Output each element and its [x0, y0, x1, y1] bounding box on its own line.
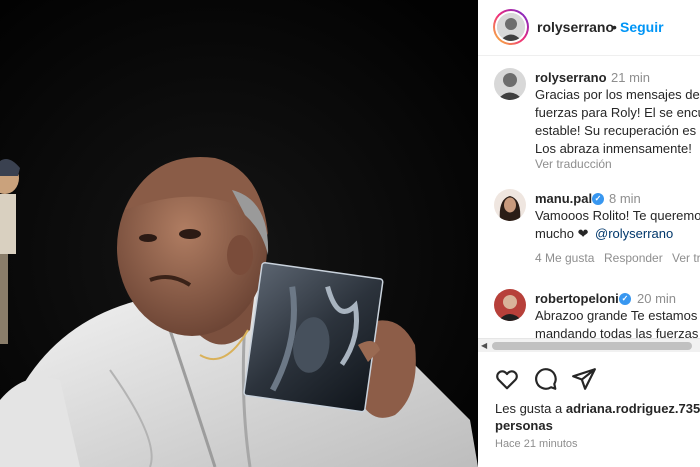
verified-badge-icon: ✓ [619, 293, 631, 305]
separator-dot: • [612, 19, 617, 35]
follow-button[interactable]: Seguir [620, 19, 664, 35]
comment-time[interactable]: 20 min [637, 291, 676, 306]
share-icon[interactable] [571, 366, 597, 392]
post-photo[interactable] [0, 0, 478, 467]
comment-icon[interactable] [532, 366, 558, 392]
scroll-left-icon[interactable]: ◀ [481, 341, 487, 350]
comment-avatar[interactable] [494, 68, 526, 100]
comment-username[interactable]: manu.pal [535, 191, 592, 206]
mention-link[interactable]: @rolyserrano [595, 225, 673, 243]
heart-icon[interactable] [494, 366, 520, 392]
comment-text-line: Vamooos Rolito! Te queremo [535, 208, 700, 223]
author-username[interactable]: rolyserrano [537, 19, 614, 35]
post-time[interactable]: Hace 21 minutos [495, 438, 578, 450]
scrollbar-thumb[interactable] [492, 342, 692, 350]
horizontal-scrollbar[interactable]: ◀ [478, 338, 700, 352]
reply-button[interactable]: Responder [604, 251, 663, 265]
comment-username[interactable]: rolyserrano [535, 70, 607, 85]
liked-by-prefix: Les gusta a [495, 401, 563, 416]
liked-by-user[interactable]: adriana.rodriguez.735 [566, 401, 700, 416]
post-header: rolyserrano • Seguir [478, 0, 700, 56]
comments-list[interactable]: rolyserrano 21 min Gracias por los mensa… [478, 57, 700, 340]
liked-by-text: Les gusta a adriana.rodriguez.735 [495, 401, 700, 416]
comment-text-line: Abrazoo grande Te estamos [535, 308, 698, 323]
comment-username[interactable]: robertopeloni [535, 291, 619, 306]
verified-badge-icon: ✓ [592, 193, 604, 205]
comment-avatar[interactable] [494, 289, 526, 321]
post-image [0, 0, 478, 467]
comment-time[interactable]: 21 min [611, 70, 650, 85]
comment-time[interactable]: 8 min [609, 191, 641, 206]
author-avatar[interactable] [493, 9, 529, 45]
post-actions [478, 352, 700, 402]
post-sidebar: rolyserrano • Seguir rolyserrano 21 min … [478, 0, 700, 467]
see-translation-link[interactable]: Ver tr [672, 251, 700, 265]
see-translation-link[interactable]: Ver traducción [535, 157, 612, 171]
comment-text-line: estable! Su recuperación es [535, 123, 697, 138]
comment-likes-count[interactable]: 4 Me gusta [535, 251, 594, 265]
comment-text-line: Gracias por los mensajes de [535, 87, 700, 102]
comment-avatar[interactable] [494, 189, 526, 221]
liked-by-suffix[interactable]: personas [495, 418, 553, 433]
comment-text-line: fuerzas para Roly! El se encu [535, 105, 700, 120]
comment-text-line: Los abraza inmensamente! [535, 141, 692, 156]
comment-text-line: mucho ❤ [535, 226, 589, 241]
